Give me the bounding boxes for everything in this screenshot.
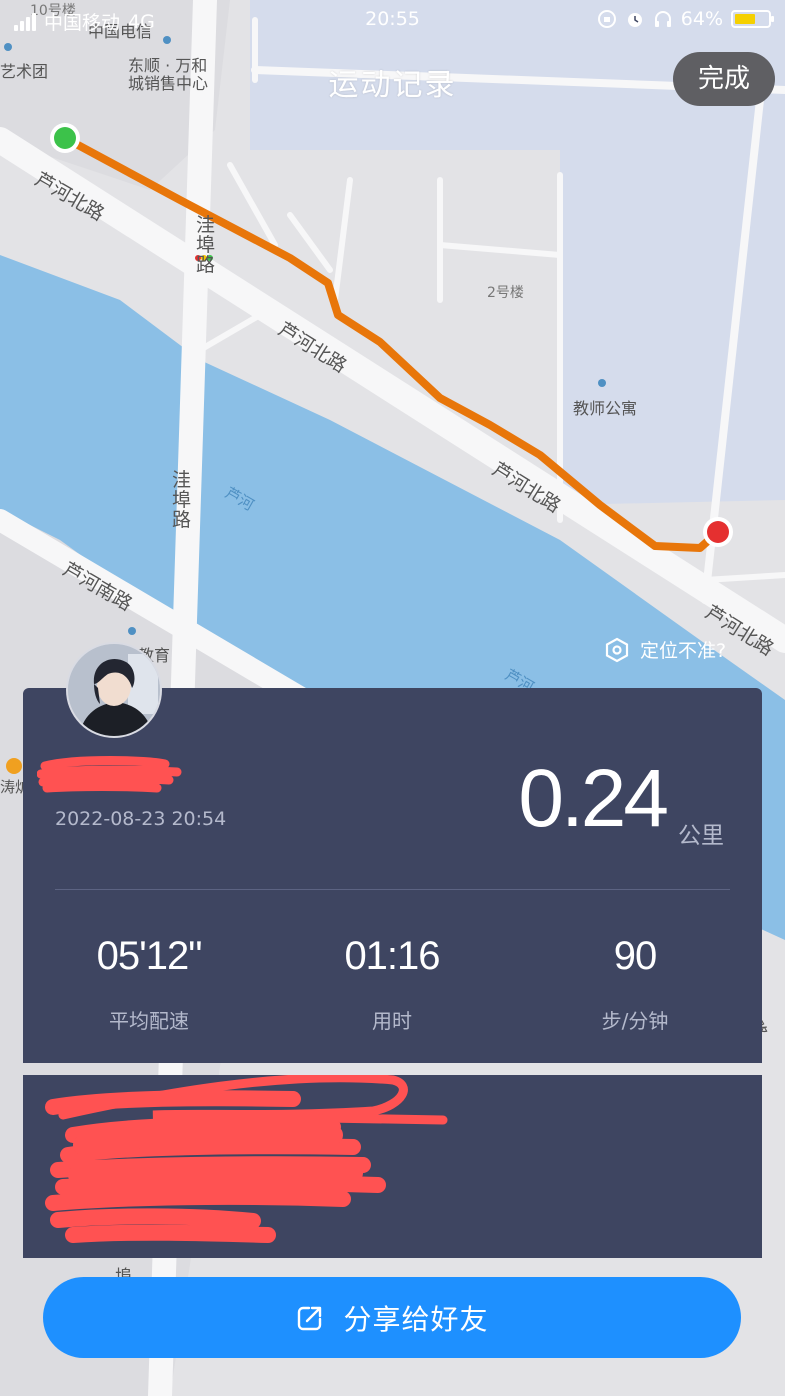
summary-card: 2022-08-23 20:54 0.24 公里 05'12" 平均配速 01:…	[23, 688, 762, 1063]
locate-tip-label: 定位不准?	[640, 640, 727, 662]
avatar[interactable]	[66, 642, 162, 738]
rotation-lock-icon	[597, 10, 616, 28]
share-icon	[298, 1306, 322, 1330]
done-button[interactable]: 完成	[673, 52, 775, 106]
stat-label: 平均配速	[109, 1009, 189, 1033]
stat-value: 05'12"	[96, 934, 203, 978]
redacted-info-card	[23, 1075, 762, 1258]
stat-value: 01:16	[344, 934, 440, 978]
stat-label: 步/分钟	[601, 1009, 669, 1033]
page-title: 运动记录	[328, 68, 457, 103]
activity-date: 2022-08-23 20:54	[55, 808, 227, 830]
map-label: 洼埠路	[172, 469, 192, 531]
location-hex-icon	[605, 637, 629, 662]
alarm-icon	[627, 13, 642, 27]
stat-pace: 05'12" 平均配速	[29, 934, 269, 1034]
distance-value: 0.24	[518, 753, 669, 844]
share-button-label: 分享给好友	[343, 1302, 489, 1336]
redacted-username	[37, 756, 182, 793]
battery-percent: 64%	[680, 8, 723, 30]
locate-inaccurate-link[interactable]: 定位不准?	[604, 636, 726, 663]
status-bar: 中国移动 4G 20:55 64%	[0, 0, 785, 40]
stat-cadence: 90 步/分钟	[515, 934, 755, 1034]
stat-duration: 01:16 用时	[272, 934, 512, 1034]
headphones-icon	[654, 11, 671, 27]
map-label: 2号楼	[487, 285, 524, 301]
share-button[interactable]: 分享给好友	[43, 1277, 741, 1358]
map-label: 教师公寓	[573, 399, 638, 418]
map-label: 洼埠路	[196, 214, 216, 276]
redacted-content	[45, 1075, 448, 1243]
divider	[55, 889, 730, 890]
distance-unit: 公里	[678, 823, 724, 849]
stat-value: 90	[613, 934, 658, 978]
stat-label: 用时	[372, 1009, 412, 1033]
battery-icon	[731, 10, 774, 28]
